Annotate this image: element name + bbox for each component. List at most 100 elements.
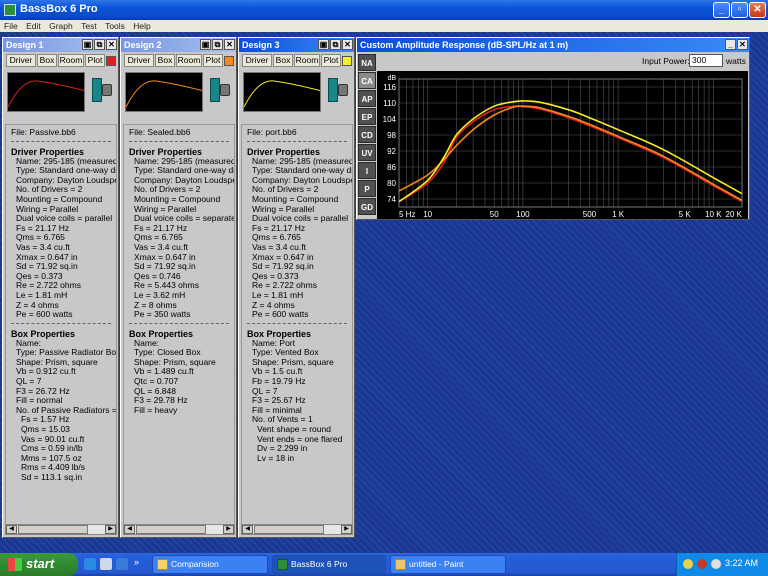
design-title-bar[interactable]: Design 1 ▣ ⧉ ✕: [3, 38, 118, 52]
scroll-left-icon[interactable]: ◀: [124, 525, 135, 534]
scroll-thumb[interactable]: [254, 525, 324, 534]
desktop-quicklaunch-icon[interactable]: [100, 558, 112, 570]
speaker-box-icon: [324, 76, 352, 108]
close-icon[interactable]: ✕: [106, 39, 117, 50]
design-title-bar[interactable]: Design 2 ▣ ⧉ ✕: [121, 38, 236, 52]
bassbox-icon: [277, 559, 288, 570]
tab-plot[interactable]: Plot: [85, 54, 105, 67]
menu-edit[interactable]: Edit: [26, 20, 41, 32]
browser-quicklaunch-icon[interactable]: [84, 558, 96, 570]
speaker-box-icon: [88, 76, 116, 108]
x-tick-label: 100: [516, 210, 530, 219]
tab-box[interactable]: Box: [37, 54, 57, 67]
close-icon[interactable]: ✕: [342, 39, 353, 50]
box-property: Fill = heavy: [134, 404, 178, 415]
design-panel-3: Design 3 ▣ ⧉ ✕ Driver Box Room Plot File…: [238, 37, 355, 538]
properties-list: File: Sealed.bb6 Driver Properties Name: 2…: [123, 124, 235, 534]
horizontal-scrollbar[interactable]: ◀ ▶: [123, 524, 235, 535]
scroll-right-icon[interactable]: ▶: [341, 525, 352, 534]
graph-mode-button-gd[interactable]: GD: [358, 198, 376, 215]
chevron-right-icon[interactable]: »: [134, 557, 139, 567]
graph-mode-button-cd[interactable]: CD: [358, 126, 376, 143]
tab-plot[interactable]: Plot: [321, 54, 341, 67]
amplitude-response-window: Custom Amplitude Response (dB-SPL/Hz at …: [356, 37, 750, 220]
menu-test[interactable]: Test: [81, 20, 97, 32]
horizontal-scrollbar[interactable]: ◀ ▶: [241, 524, 353, 535]
minimize-button[interactable]: _: [713, 2, 730, 18]
x-tick-label: 50: [490, 210, 499, 219]
app-title-bar[interactable]: BassBox 6 Pro _ ▫ ✕: [0, 0, 768, 20]
media-quicklaunch-icon[interactable]: [116, 558, 128, 570]
graph-title-bar[interactable]: Custom Amplitude Response (dB-SPL/Hz at …: [357, 38, 749, 52]
plot-color-swatch[interactable]: [342, 56, 352, 66]
maximize-button[interactable]: ▫: [731, 2, 748, 18]
taskbar-button-paint[interactable]: untitled - Paint: [390, 555, 506, 574]
copy-icon[interactable]: ⧉: [94, 39, 105, 50]
amplitude-chart: 74 80 86 92 98 104 110 116dB 5 Hz 10 50 100 500 1 K 5 …: [383, 75, 743, 219]
driver-property: Pe = 350 watts: [134, 309, 191, 320]
tab-room[interactable]: Room: [176, 54, 202, 67]
file-name: File: Passive.bb6: [11, 127, 76, 137]
scroll-right-icon[interactable]: ▶: [223, 525, 234, 534]
scroll-left-icon[interactable]: ◀: [242, 525, 253, 534]
tab-room[interactable]: Room: [58, 54, 84, 67]
tab-driver[interactable]: Driver: [6, 54, 36, 67]
tab-plot[interactable]: Plot: [203, 54, 223, 67]
scroll-right-icon[interactable]: ▶: [105, 525, 116, 534]
menu-tools[interactable]: Tools: [105, 20, 125, 32]
graph-mode-button-ap[interactable]: AP: [358, 90, 376, 107]
menu-help[interactable]: Help: [133, 20, 150, 32]
plot-color-swatch[interactable]: [106, 56, 116, 66]
y-tick-label: 116: [383, 83, 396, 92]
x-tick-label: 10: [423, 210, 432, 219]
design-tabs: Driver Box Room Plot: [3, 54, 118, 68]
plot-color-swatch[interactable]: [224, 56, 234, 66]
input-power-field[interactable]: 300: [689, 54, 723, 67]
tab-driver[interactable]: Driver: [124, 54, 154, 67]
menu-file[interactable]: File: [4, 20, 18, 32]
graph-minimize-button[interactable]: _: [725, 39, 736, 50]
save-icon[interactable]: ▣: [200, 39, 211, 50]
close-button[interactable]: ✕: [749, 2, 766, 18]
x-tick-label: 5 K: [679, 210, 692, 219]
graph-mode-button-ep[interactable]: EP: [358, 108, 376, 125]
start-button[interactable]: start: [0, 553, 78, 576]
system-tray: 3:22 AM: [676, 553, 768, 576]
design-title-bar[interactable]: Design 3 ▣ ⧉ ✕: [239, 38, 354, 52]
taskbar-button-bassbox[interactable]: BassBox 6 Pro: [272, 555, 386, 574]
graph-mode-button-i[interactable]: I: [358, 162, 376, 179]
scroll-thumb[interactable]: [136, 525, 206, 534]
design-panel-2: Design 2 ▣ ⧉ ✕ Driver Box Room Plot File…: [120, 37, 237, 538]
save-icon[interactable]: ▣: [318, 39, 329, 50]
graph-mode-button-uv[interactable]: UV: [358, 144, 376, 161]
taskbar-button-comparision[interactable]: Comparision: [152, 555, 268, 574]
network-icon[interactable]: [683, 559, 693, 569]
driver-property: Pe = 600 watts: [16, 309, 73, 320]
copy-icon[interactable]: ⧉: [212, 39, 223, 50]
scroll-left-icon[interactable]: ◀: [6, 525, 17, 534]
volume-icon[interactable]: [711, 559, 721, 569]
graph-close-button[interactable]: ✕: [737, 39, 748, 50]
design-title: Design 1: [6, 40, 44, 50]
close-icon[interactable]: ✕: [224, 39, 235, 50]
save-icon[interactable]: ▣: [82, 39, 93, 50]
tab-driver[interactable]: Driver: [242, 54, 272, 67]
plot-area: 74 80 86 92 98 104 110 116 dB 5 Hz 10 50 100 500 1 K 5 …: [377, 71, 748, 219]
tab-box[interactable]: Box: [155, 54, 175, 67]
graph-mode-button-ca[interactable]: CA: [358, 72, 376, 89]
horizontal-scrollbar[interactable]: ◀ ▶: [5, 524, 117, 535]
speaker-box-icon: [206, 76, 234, 108]
graph-mode-button-na[interactable]: NA: [358, 54, 376, 71]
tab-room[interactable]: Room: [294, 54, 320, 67]
series-line-1: [398, 105, 743, 203]
copy-icon[interactable]: ⧉: [330, 39, 341, 50]
response-thumbnail: [125, 72, 203, 112]
file-name: File: port.bb6: [247, 127, 297, 137]
scroll-thumb[interactable]: [18, 525, 88, 534]
y-tick-label: 92: [387, 147, 396, 156]
graph-mode-button-p[interactable]: P: [358, 180, 376, 197]
menu-graph[interactable]: Graph: [49, 20, 73, 32]
tab-box[interactable]: Box: [273, 54, 293, 67]
security-icon[interactable]: [697, 559, 707, 569]
box-sub-property: Lv = 18 in: [257, 452, 295, 463]
